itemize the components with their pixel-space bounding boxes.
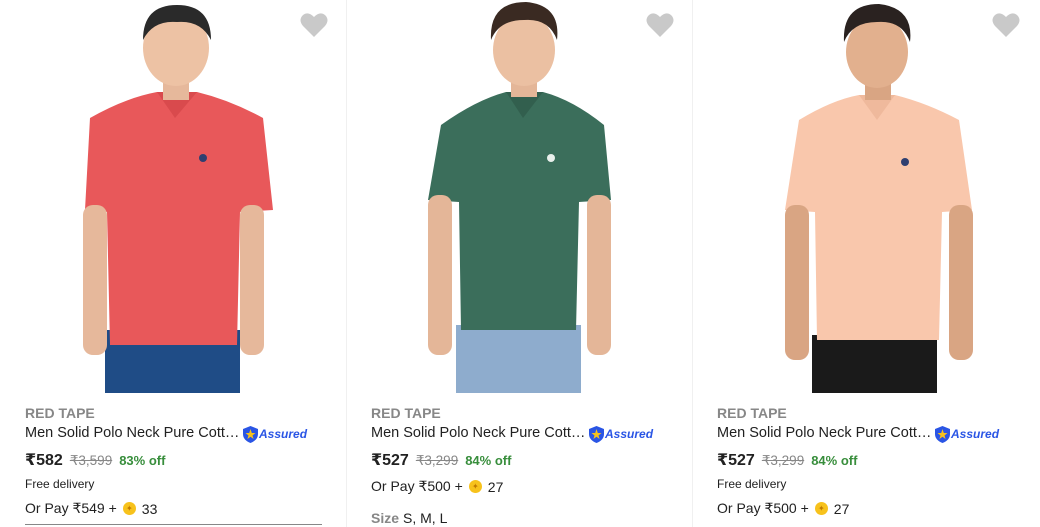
assured-badge: Assured	[589, 425, 653, 443]
discount-label: 84% off	[465, 453, 512, 468]
product-image[interactable]	[25, 0, 322, 393]
product-title[interactable]: Men Solid Polo Neck Pure Cotto...	[371, 425, 586, 441]
supercoin-icon: ✦	[814, 502, 828, 515]
product-card[interactable]: RED TAPE Men Solid Polo Neck Pure Cotto.…	[346, 0, 692, 527]
selling-price: ₹582	[25, 452, 63, 469]
discount-label: 84% off	[811, 453, 858, 468]
card-divider	[25, 524, 322, 525]
brand-name: RED TAPE	[371, 405, 441, 421]
assured-badge: Assured	[935, 425, 999, 443]
pants	[812, 335, 937, 393]
original-price: ₹3,299	[761, 453, 805, 468]
or-pay-row: Or Pay ₹549 + ✦ 33	[25, 500, 157, 517]
column-divider	[346, 0, 347, 527]
pants	[456, 325, 581, 393]
assured-label: Assured	[259, 427, 308, 441]
selling-price: ₹527	[371, 452, 409, 469]
price-row: ₹527 ₹3,299 84% off	[371, 450, 511, 470]
price-row: ₹582 ₹3,599 83% off	[25, 450, 165, 470]
product-title[interactable]: Men Solid Polo Neck Pure Cotto...	[717, 425, 932, 441]
size-label: Size	[371, 510, 400, 526]
or-pay-row: Or Pay ₹500 + ✦ 27	[371, 478, 503, 495]
original-price: ₹3,599	[69, 453, 113, 468]
original-price: ₹3,299	[415, 453, 459, 468]
brand-name: RED TAPE	[25, 405, 95, 421]
supercoin-icon: ✦	[122, 502, 136, 515]
price-row: ₹527 ₹3,299 84% off	[717, 450, 857, 470]
assured-shield-icon	[243, 425, 258, 443]
wishlist-heart-icon[interactable]	[646, 12, 674, 38]
product-card[interactable]: RED TAPE Men Solid Polo Neck Pure Cotto.…	[692, 0, 1038, 527]
coin-count: 27	[487, 478, 504, 495]
or-pay-row: Or Pay ₹500 + ✦ 27	[717, 500, 849, 517]
wishlist-heart-icon[interactable]	[992, 12, 1020, 38]
assured-shield-icon	[935, 425, 950, 443]
delivery-info: Free delivery	[25, 477, 95, 491]
or-pay-text: Or Pay ₹549 +	[25, 500, 117, 516]
coin-count: 27	[833, 500, 850, 517]
size-values: S, M, L	[403, 510, 448, 526]
assured-label: Assured	[951, 427, 1000, 441]
wishlist-heart-icon[interactable]	[300, 12, 328, 38]
product-image[interactable]	[717, 0, 1014, 393]
assured-badge: Assured	[243, 425, 307, 443]
selling-price: ₹527	[717, 452, 755, 469]
size-row: Size S, M, L	[371, 510, 447, 526]
product-card[interactable]: RED TAPE Men Solid Polo Neck Pure Cotto.…	[0, 0, 346, 527]
or-pay-text: Or Pay ₹500 +	[717, 500, 809, 516]
column-divider	[692, 0, 693, 527]
or-pay-text: Or Pay ₹500 +	[371, 478, 463, 494]
coin-count: 33	[141, 500, 158, 517]
product-title[interactable]: Men Solid Polo Neck Pure Cotto...	[25, 425, 240, 441]
assured-shield-icon	[589, 425, 604, 443]
supercoin-icon: ✦	[468, 480, 482, 493]
brand-name: RED TAPE	[717, 405, 787, 421]
discount-label: 83% off	[119, 453, 166, 468]
delivery-info: Free delivery	[717, 477, 787, 491]
product-image[interactable]	[371, 0, 668, 393]
assured-label: Assured	[605, 427, 654, 441]
product-grid: RED TAPE Men Solid Polo Neck Pure Cotto.…	[0, 0, 1040, 527]
